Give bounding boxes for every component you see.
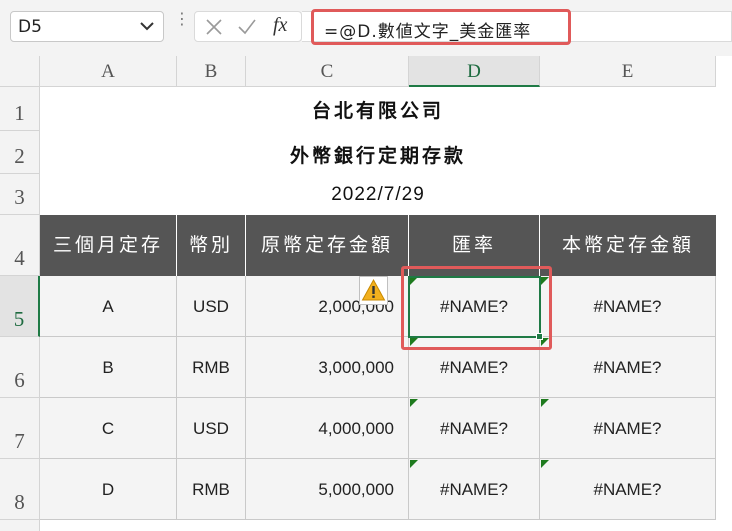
cell-b6[interactable]: RMB bbox=[177, 337, 246, 398]
column-header-c[interactable]: C bbox=[246, 56, 409, 87]
cell-e8[interactable]: #NAME? bbox=[540, 459, 716, 520]
row-header-3[interactable]: 3 bbox=[0, 174, 40, 215]
report-title: 外幣銀行定期存款 bbox=[289, 145, 466, 167]
insert-function-icon[interactable]: fx bbox=[273, 14, 287, 37]
error-indicator-icon bbox=[541, 460, 549, 468]
header-currency: 幣別 bbox=[177, 215, 246, 276]
formula-highlight-box bbox=[311, 9, 571, 45]
row-header-6[interactable]: 6 bbox=[0, 337, 40, 398]
header-original-amount: 原幣定存金額 bbox=[246, 215, 409, 276]
error-indicator-icon bbox=[541, 399, 549, 407]
header-term-deposit: 三個月定存 bbox=[40, 215, 177, 276]
cell-a7[interactable]: C bbox=[40, 398, 177, 459]
row-header-5[interactable]: 5 bbox=[0, 276, 40, 337]
select-all-corner[interactable] bbox=[0, 56, 40, 87]
cell-b5[interactable]: USD bbox=[177, 276, 246, 337]
column-header-b[interactable]: B bbox=[177, 56, 246, 87]
cancel-icon[interactable] bbox=[205, 18, 223, 36]
row-header-7[interactable]: 7 bbox=[0, 398, 40, 459]
chevron-down-icon[interactable] bbox=[137, 15, 157, 37]
row-header-9[interactable] bbox=[0, 520, 40, 531]
row-header-8[interactable]: 8 bbox=[0, 459, 40, 520]
column-header-a[interactable]: A bbox=[40, 56, 177, 87]
header-local-amount: 本幣定存金額 bbox=[540, 215, 716, 276]
name-box[interactable]: D5 bbox=[10, 11, 164, 42]
cell-c6[interactable]: 3,000,000 bbox=[246, 337, 409, 398]
row-header-1[interactable]: 1 bbox=[0, 87, 40, 131]
cell-c8[interactable]: 5,000,000 bbox=[246, 459, 409, 520]
cell-c7[interactable]: 4,000,000 bbox=[246, 398, 409, 459]
enter-check-icon[interactable] bbox=[237, 18, 257, 36]
cell-b8[interactable]: RMB bbox=[177, 459, 246, 520]
more-options-icon[interactable]: ⋮ bbox=[174, 11, 190, 39]
formula-controls: fx bbox=[194, 11, 302, 42]
error-indicator-icon bbox=[410, 460, 418, 468]
warning-triangle-icon bbox=[361, 278, 386, 301]
cell-d8[interactable]: #NAME? bbox=[409, 459, 540, 520]
company-title: 台北有限公司 bbox=[311, 100, 444, 122]
cell-e7[interactable]: #NAME? bbox=[540, 398, 716, 459]
cell-e5[interactable]: #NAME? bbox=[540, 276, 716, 337]
column-header-e[interactable]: E bbox=[540, 56, 716, 87]
cell-d7[interactable]: #NAME? bbox=[409, 398, 540, 459]
cell-a5[interactable]: A bbox=[40, 276, 177, 337]
error-warning-icon[interactable] bbox=[359, 276, 388, 305]
row-header-2[interactable]: 2 bbox=[0, 131, 40, 174]
name-box-value: D5 bbox=[18, 17, 42, 37]
error-indicator-icon bbox=[410, 399, 418, 407]
cell-e6[interactable]: #NAME? bbox=[540, 337, 716, 398]
cell-highlight-box bbox=[401, 266, 552, 350]
column-header-d[interactable]: D bbox=[409, 56, 540, 87]
row-header-4[interactable]: 4 bbox=[0, 215, 40, 276]
cell-a6[interactable]: B bbox=[40, 337, 177, 398]
report-date: 2022/7/29 bbox=[331, 184, 425, 205]
cell-b7[interactable]: USD bbox=[177, 398, 246, 459]
cell-a8[interactable]: D bbox=[40, 459, 177, 520]
